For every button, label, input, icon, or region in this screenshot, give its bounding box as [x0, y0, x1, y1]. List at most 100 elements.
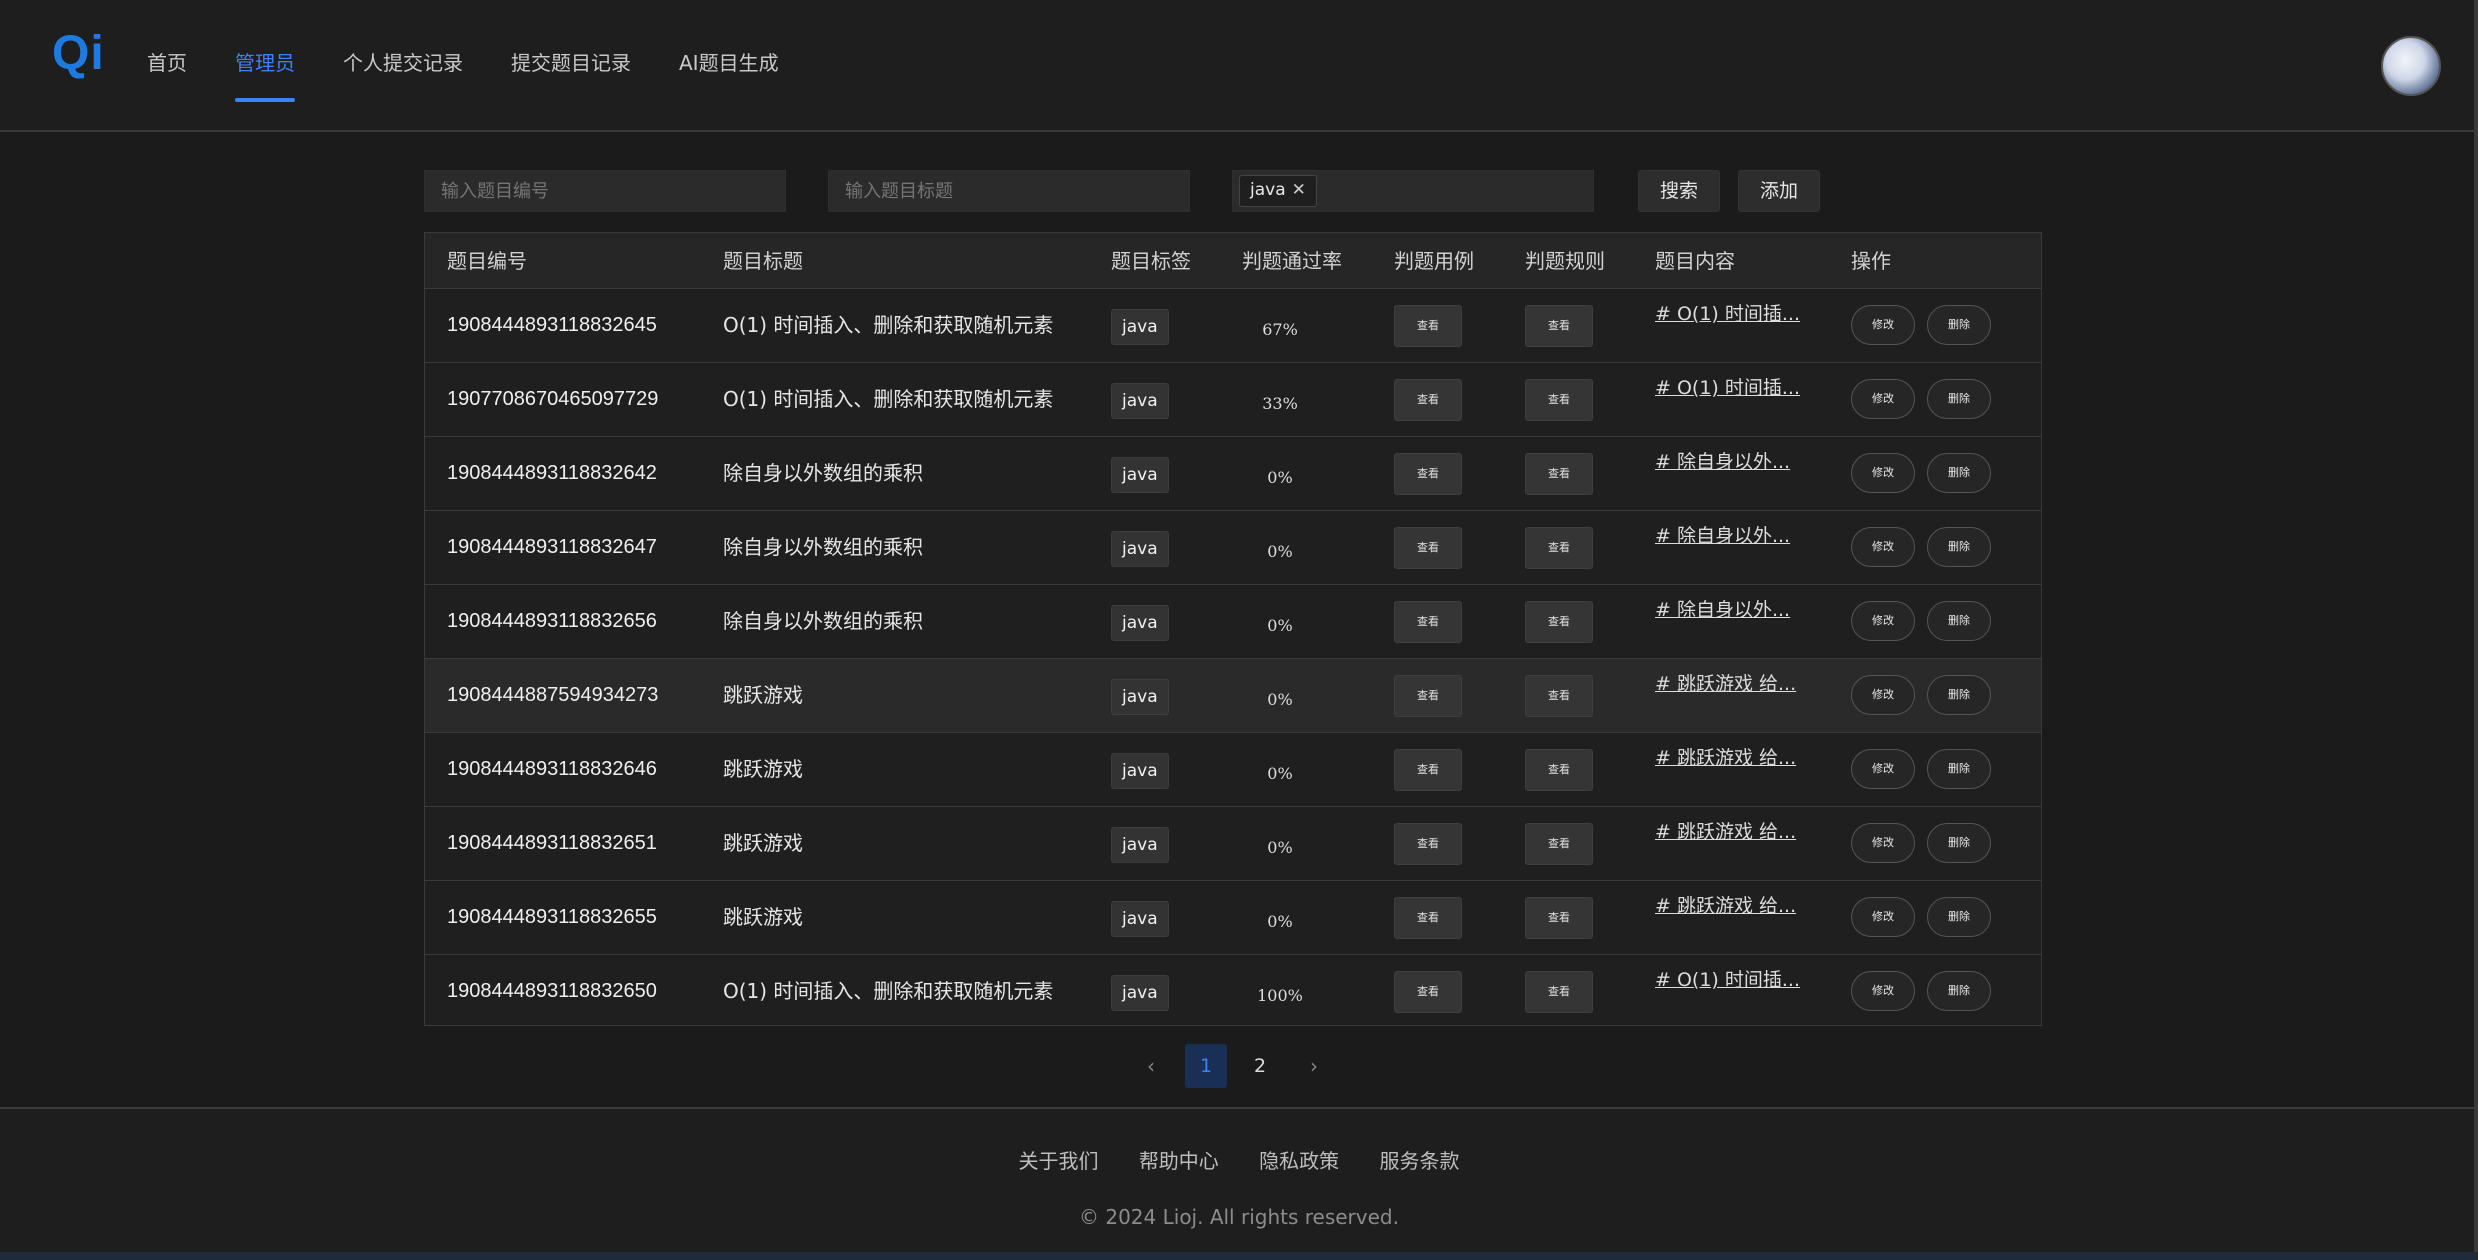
- edit-button[interactable]: 修改: [1851, 971, 1915, 1011]
- delete-button[interactable]: 删除: [1927, 971, 1991, 1011]
- edit-button[interactable]: 修改: [1851, 675, 1915, 715]
- edit-button[interactable]: 修改: [1851, 897, 1915, 937]
- question-content-link[interactable]: # O(1) 时间插...: [1655, 967, 1800, 993]
- search-button[interactable]: 搜索: [1638, 170, 1720, 212]
- user-avatar[interactable]: [2381, 36, 2441, 96]
- question-id: 1908444893118832647: [447, 536, 657, 558]
- delete-button[interactable]: 删除: [1927, 749, 1991, 789]
- tag-badge: java: [1111, 975, 1169, 1011]
- view-test-cases-button[interactable]: 查看: [1394, 823, 1462, 865]
- footer-link-about[interactable]: 关于我们: [1018, 1149, 1098, 1173]
- scrollbar[interactable]: [2474, 0, 2478, 1252]
- view-test-cases-button[interactable]: 查看: [1394, 601, 1462, 643]
- question-content-link[interactable]: # O(1) 时间插...: [1655, 301, 1800, 327]
- prev-page-icon[interactable]: ‹: [1130, 1044, 1172, 1088]
- question-content-link[interactable]: # 跳跃游戏 给...: [1655, 893, 1796, 919]
- footer-link-privacy[interactable]: 隐私政策: [1259, 1149, 1339, 1173]
- question-title: O(1) 时间插入、删除和获取随机元素: [723, 387, 1054, 411]
- question-content-link[interactable]: # 除自身以外...: [1655, 523, 1790, 549]
- next-page-icon[interactable]: ›: [1293, 1044, 1335, 1088]
- nav-ai-generate[interactable]: AI题目生成: [679, 0, 779, 128]
- tag-badge: java: [1111, 605, 1169, 641]
- col-tags: 题目标签: [1111, 249, 1191, 273]
- question-id: 1908444893118832655: [447, 906, 657, 928]
- edit-button[interactable]: 修改: [1851, 379, 1915, 419]
- delete-button[interactable]: 删除: [1927, 675, 1991, 715]
- question-id: 1908444893118832645: [447, 314, 657, 336]
- view-judge-rules-button[interactable]: 查看: [1525, 971, 1593, 1013]
- delete-button[interactable]: 删除: [1927, 527, 1991, 567]
- edit-button[interactable]: 修改: [1851, 527, 1915, 567]
- pass-rate: 67%: [1262, 320, 1298, 339]
- pass-rate: 100%: [1257, 986, 1303, 1005]
- question-content-link[interactable]: # 跳跃游戏 给...: [1655, 671, 1796, 697]
- question-id: 1908444893118832651: [447, 832, 657, 854]
- tag-badge: java: [1111, 827, 1169, 863]
- view-judge-rules-button[interactable]: 查看: [1525, 823, 1593, 865]
- add-button[interactable]: 添加: [1738, 170, 1820, 212]
- view-judge-rules-button[interactable]: 查看: [1525, 675, 1593, 717]
- edit-button[interactable]: 修改: [1851, 601, 1915, 641]
- view-judge-rules-button[interactable]: 查看: [1525, 601, 1593, 643]
- view-judge-rules-button[interactable]: 查看: [1525, 749, 1593, 791]
- view-test-cases-button[interactable]: 查看: [1394, 749, 1462, 791]
- delete-button[interactable]: 删除: [1927, 897, 1991, 937]
- table-row: 1907708670465097729 O(1) 时间插入、删除和获取随机元素 ja…: [425, 363, 2041, 437]
- delete-button[interactable]: 删除: [1927, 379, 1991, 419]
- nav-my-submissions[interactable]: 个人提交记录: [343, 0, 463, 128]
- app-logo[interactable]: Qi: [52, 26, 105, 81]
- nav-admin[interactable]: 管理员: [235, 0, 295, 128]
- view-judge-rules-button[interactable]: 查看: [1525, 453, 1593, 495]
- nav-home[interactable]: 首页: [147, 0, 187, 128]
- page-2[interactable]: 2: [1239, 1044, 1281, 1088]
- question-content-link[interactable]: # O(1) 时间插...: [1655, 375, 1800, 401]
- question-id-input[interactable]: [424, 170, 786, 212]
- table-row: 1908444893118832650 O(1) 时间插入、删除和获取随机元素 ja…: [425, 955, 2041, 1029]
- view-judge-rules-button[interactable]: 查看: [1525, 379, 1593, 421]
- view-test-cases-button[interactable]: 查看: [1394, 527, 1462, 569]
- delete-button[interactable]: 删除: [1927, 305, 1991, 345]
- table-row: 1908444893118832645 O(1) 时间插入、删除和获取随机元素 ja…: [425, 289, 2041, 363]
- close-icon[interactable]: ✕: [1292, 180, 1306, 200]
- col-content: 题目内容: [1655, 249, 1735, 273]
- top-header: Qi 首页 管理员 个人提交记录 提交题目记录 AI题目生成: [0, 0, 2478, 132]
- edit-button[interactable]: 修改: [1851, 305, 1915, 345]
- view-test-cases-button[interactable]: 查看: [1394, 675, 1462, 717]
- question-content-link[interactable]: # 除自身以外...: [1655, 449, 1790, 475]
- question-content-link[interactable]: # 跳跃游戏 给...: [1655, 819, 1796, 845]
- table-row: 1908444893118832647 除自身以外数组的乘积 java 0% 查看 查看 #…: [425, 511, 2041, 585]
- view-judge-rules-button[interactable]: 查看: [1525, 527, 1593, 569]
- view-judge-rules-button[interactable]: 查看: [1525, 305, 1593, 347]
- nav-submission-records[interactable]: 提交题目记录: [511, 0, 631, 128]
- footer: 关于我们 帮助中心 隐私政策 服务条款 © 2024 Lioj. All rig…: [0, 1107, 2478, 1254]
- question-title: O(1) 时间插入、删除和获取随机元素: [723, 979, 1054, 1003]
- pass-rate: 33%: [1262, 394, 1298, 413]
- edit-button[interactable]: 修改: [1851, 749, 1915, 789]
- view-judge-rules-button[interactable]: 查看: [1525, 897, 1593, 939]
- delete-button[interactable]: 删除: [1927, 823, 1991, 863]
- delete-button[interactable]: 删除: [1927, 601, 1991, 641]
- view-test-cases-button[interactable]: 查看: [1394, 453, 1462, 495]
- delete-button[interactable]: 删除: [1927, 453, 1991, 493]
- edit-button[interactable]: 修改: [1851, 453, 1915, 493]
- view-test-cases-button[interactable]: 查看: [1394, 305, 1462, 347]
- page-1[interactable]: 1: [1185, 1044, 1227, 1088]
- footer-link-terms[interactable]: 服务条款: [1380, 1149, 1460, 1173]
- table-row: 1908444893118832646 跳跃游戏 java 0% 查看 查看 # 跳跃游戏 …: [425, 733, 2041, 807]
- question-content-link[interactable]: # 除自身以外...: [1655, 597, 1790, 623]
- view-test-cases-button[interactable]: 查看: [1394, 379, 1462, 421]
- tag-badge: java: [1111, 753, 1169, 789]
- question-content-link[interactable]: # 跳跃游戏 给...: [1655, 745, 1796, 771]
- pass-rate: 0%: [1267, 616, 1293, 635]
- question-title: 跳跃游戏: [723, 757, 803, 781]
- tag-select[interactable]: java ✕: [1232, 170, 1594, 212]
- pass-rate: 0%: [1267, 542, 1293, 561]
- edit-button[interactable]: 修改: [1851, 823, 1915, 863]
- view-test-cases-button[interactable]: 查看: [1394, 897, 1462, 939]
- view-test-cases-button[interactable]: 查看: [1394, 971, 1462, 1013]
- footer-link-help[interactable]: 帮助中心: [1139, 1149, 1219, 1173]
- table-row: 1908444893118832656 除自身以外数组的乘积 java 0% 查看 查看 #…: [425, 585, 2041, 659]
- tag-badge: java: [1111, 457, 1169, 493]
- question-title-input[interactable]: [828, 170, 1190, 212]
- col-id: 题目编号: [447, 249, 527, 273]
